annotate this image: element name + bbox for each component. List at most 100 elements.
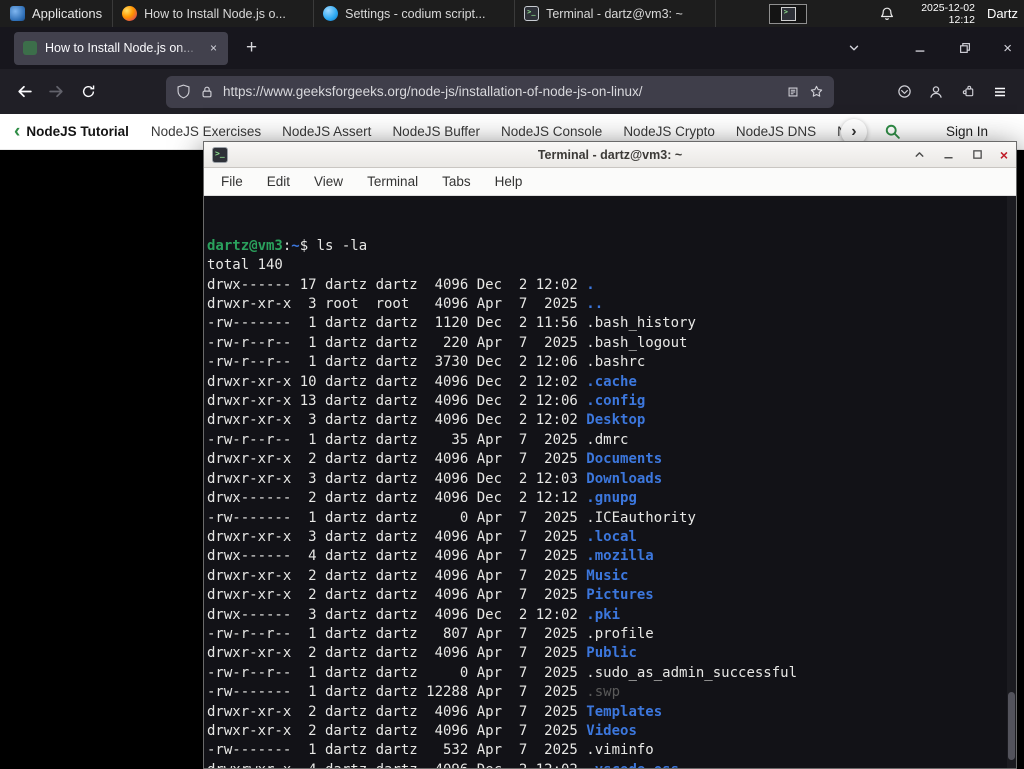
- terminal-output-line: drwxr-xr-x 2 dartz dartz 4096 Apr 7 2025…: [207, 722, 1016, 741]
- terminal-icon: [524, 6, 540, 21]
- file-name: .: [586, 276, 595, 293]
- listing-fields: drwxr-xr-x 2 dartz dartz 4096 Apr 7 2025: [207, 703, 587, 720]
- pocket-icon[interactable]: [888, 76, 920, 108]
- clock-time: 12:12: [948, 13, 975, 26]
- sitenav-home-label: NodeJS Tutorial: [26, 124, 129, 139]
- sign-in-link[interactable]: Sign In: [946, 124, 988, 139]
- listing-fields: drwxr-xr-x 3 dartz dartz 4096 Dec 2 12:0…: [207, 412, 587, 429]
- url-text[interactable]: https://www.geeksforgeeks.org/node-js/in…: [223, 84, 777, 99]
- terminal-output-line: -rw-r--r-- 1 dartz dartz 35 Apr 7 2025 .…: [207, 431, 1016, 450]
- terminal-output[interactable]: dartz@vm3:~$ ls -la total 140 drwx------ 1…: [204, 196, 1016, 768]
- file-name: Desktop: [586, 412, 646, 429]
- terminal-menu-edit[interactable]: Edit: [267, 174, 290, 189]
- terminal-menu-tabs[interactable]: Tabs: [442, 174, 471, 189]
- extensions-icon[interactable]: [952, 76, 984, 108]
- site-search-icon[interactable]: [884, 123, 901, 140]
- minimize-terminal-icon[interactable]: [942, 148, 955, 161]
- forward-icon[interactable]: [40, 76, 72, 108]
- listing-fields: drwxr-xr-x 3 root root 4096 Apr 7 2025: [207, 296, 587, 313]
- minimize-window-icon[interactable]: [913, 41, 927, 55]
- sitenav-item[interactable]: NodeJS Crypto: [623, 124, 715, 139]
- taskbar-item-label: Settings - codium script...: [345, 6, 486, 21]
- terminal-output-line: drwxr-xr-x 13 dartz dartz 4096 Dec 2 12:…: [207, 392, 1016, 411]
- listing-fields: drwxr-xr-x 2 dartz dartz 4096 Apr 7 2025: [207, 587, 587, 604]
- scroll-left-icon[interactable]: ‹: [14, 122, 20, 141]
- account-icon[interactable]: [920, 76, 952, 108]
- terminal-output-line: drwxr-xr-x 3 root root 4096 Apr 7 2025 .…: [207, 295, 1016, 314]
- applications-label: Applications: [32, 6, 103, 21]
- prompt-user: dartz@vm3: [207, 237, 283, 254]
- file-name: .pki: [586, 606, 621, 623]
- file-name: .profile: [586, 625, 654, 642]
- browser-toolbar: https://www.geeksforgeeks.org/node-js/in…: [0, 69, 1024, 114]
- tracking-shield-icon[interactable]: [176, 84, 191, 99]
- listing-fields: drwxrwxr-x 4 dartz dartz 4096 Dec 2 12:0…: [207, 762, 586, 768]
- reader-mode-icon[interactable]: [786, 85, 800, 99]
- terminal-scrollbar[interactable]: [1007, 196, 1016, 768]
- sitenav-item[interactable]: NodeJS Buffer: [392, 124, 480, 139]
- shade-window-icon[interactable]: [913, 148, 926, 161]
- terminal-output-line: drwxr-xr-x 2 dartz dartz 4096 Apr 7 2025…: [207, 703, 1016, 722]
- file-name: .bash_history: [586, 315, 696, 332]
- sitenav-item[interactable]: NodeJS DNS: [736, 124, 816, 139]
- prompt-path: ~: [291, 237, 300, 254]
- terminal-output-line: drwx------ 2 dartz dartz 4096 Dec 2 12:1…: [207, 489, 1016, 508]
- file-name: Templates: [586, 703, 663, 720]
- clock-date: 2025-12-02: [921, 1, 975, 14]
- file-name: .viminfo: [586, 742, 654, 759]
- taskbar-item[interactable]: Terminal - dartz@vm3: ~: [514, 0, 717, 27]
- restore-window-icon[interactable]: [958, 41, 972, 55]
- maximize-terminal-icon[interactable]: [971, 148, 984, 161]
- applications-icon: [10, 6, 25, 21]
- list-all-tabs-icon[interactable]: [847, 41, 861, 55]
- menu-hamburger-icon[interactable]: [984, 76, 1016, 108]
- listing-fields: -rw------- 1 dartz dartz 1120 Dec 2 11:5…: [207, 315, 587, 332]
- terminal-menu-terminal[interactable]: Terminal: [367, 174, 418, 189]
- applications-menu[interactable]: Applications: [0, 0, 112, 27]
- firefox-icon: [122, 6, 138, 21]
- new-tab-button[interactable]: +: [240, 37, 263, 59]
- sitenav-item[interactable]: NodeJS Console: [501, 124, 602, 139]
- workspace-window-icon: [780, 6, 796, 21]
- listing-fields: -rw-r--r-- 1 dartz dartz 0 Apr 7 2025: [207, 664, 587, 681]
- tab-close-icon[interactable]: ×: [208, 41, 219, 55]
- lock-icon[interactable]: [200, 85, 214, 99]
- terminal-title-bar[interactable]: Terminal - dartz@vm3: ~ ×: [204, 142, 1016, 168]
- listing-fields: -rw-r--r-- 1 dartz dartz 807 Apr 7 2025: [207, 625, 587, 642]
- browser-tab[interactable]: How to Install Node.js on... ×: [14, 31, 228, 65]
- sitenav-home[interactable]: ‹ NodeJS Tutorial: [14, 122, 129, 141]
- sitenav-item[interactable]: NodeJS Exercises: [151, 124, 261, 139]
- terminal-output-line: -rw-r--r-- 1 dartz dartz 3730 Dec 2 12:0…: [207, 353, 1016, 372]
- terminal-output-line: drwxr-xr-x 2 dartz dartz 4096 Apr 7 2025…: [207, 586, 1016, 605]
- listing-fields: -rw-r--r-- 1 dartz dartz 35 Apr 7 2025: [207, 431, 587, 448]
- terminal-output-line: drwxr-xr-x 10 dartz dartz 4096 Dec 2 12:…: [207, 373, 1016, 392]
- back-icon[interactable]: [8, 76, 40, 108]
- terminal-menu-bar: File Edit View Terminal Tabs Help: [204, 168, 1016, 196]
- terminal-output-line: -rw------- 1 dartz dartz 1120 Dec 2 11:5…: [207, 314, 1016, 333]
- taskbar-item[interactable]: Settings - codium script...: [313, 0, 514, 27]
- file-name: Downloads: [586, 470, 663, 487]
- terminal-menu-view[interactable]: View: [314, 174, 343, 189]
- taskbar-item-label: How to Install Node.js o...: [144, 6, 286, 21]
- terminal-menu-help[interactable]: Help: [495, 174, 523, 189]
- terminal-scrollbar-thumb[interactable]: [1008, 692, 1015, 760]
- terminal-output-line: -rw------- 1 dartz dartz 0 Apr 7 2025 .I…: [207, 509, 1016, 528]
- workspace-switcher[interactable]: [769, 3, 808, 24]
- bookmark-star-icon[interactable]: [809, 84, 824, 99]
- terminal-output-line: drwxrwxr-x 4 dartz dartz 4096 Dec 2 12:0…: [207, 761, 1016, 768]
- file-name: .mozilla: [586, 548, 654, 565]
- close-window-icon[interactable]: ×: [1003, 41, 1012, 56]
- taskbar-item-label: Terminal - dartz@vm3: ~: [546, 6, 683, 21]
- taskbar-item[interactable]: How to Install Node.js o...: [112, 0, 313, 27]
- reload-icon[interactable]: [72, 76, 104, 108]
- listing-fields: drwxr-xr-x 2 dartz dartz 4096 Apr 7 2025: [207, 645, 587, 662]
- sitenav-item[interactable]: NodeJS Assert: [282, 124, 371, 139]
- terminal-output-line: -rw------- 1 dartz dartz 12288 Apr 7 202…: [207, 683, 1016, 702]
- notifications-bell-icon[interactable]: [879, 6, 895, 22]
- close-terminal-icon[interactable]: ×: [1000, 148, 1008, 162]
- file-name: ..: [586, 296, 604, 313]
- terminal-menu-file[interactable]: File: [221, 174, 243, 189]
- url-bar[interactable]: https://www.geeksforgeeks.org/node-js/in…: [166, 75, 834, 108]
- clock[interactable]: 2025-12-02 12:12: [921, 2, 975, 26]
- listing-fields: drwxr-xr-x 2 dartz dartz 4096 Apr 7 2025: [207, 567, 587, 584]
